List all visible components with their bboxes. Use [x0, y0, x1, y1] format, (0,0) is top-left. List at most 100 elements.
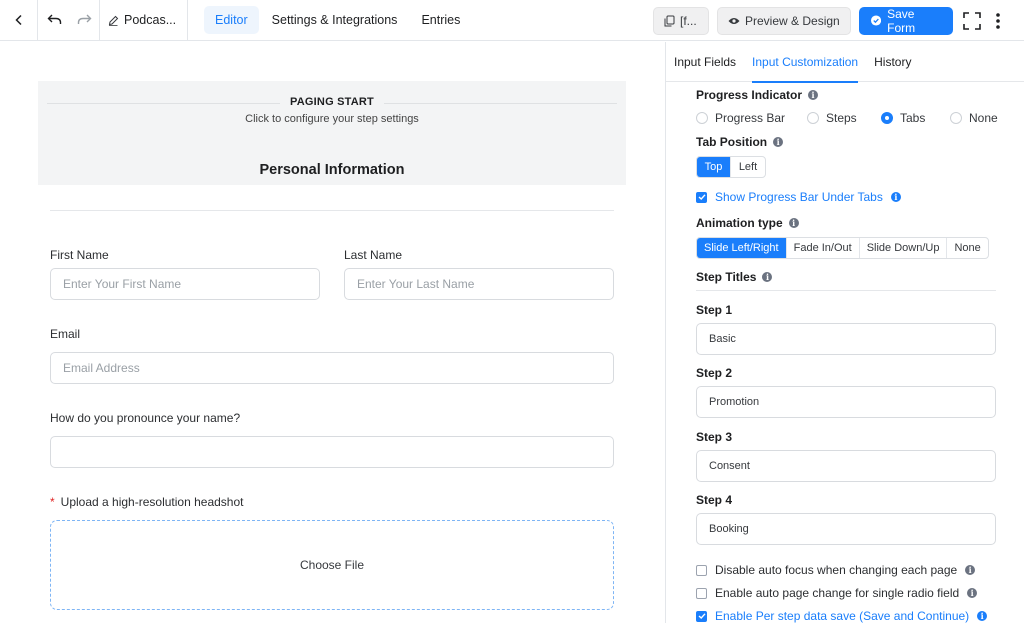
checkbox-check-icon [698, 194, 706, 200]
radio-progress-bar[interactable]: Progress Bar [696, 111, 807, 125]
section-title: Personal Information [259, 162, 405, 178]
step-4-label: Step 4 [696, 493, 733, 507]
radio-steps[interactable]: Steps [807, 111, 881, 125]
radio-circle [807, 112, 819, 124]
animation-fade-in-out[interactable]: Fade In/Out [787, 238, 860, 258]
section-divider [50, 210, 614, 211]
last-name-input[interactable]: Enter Your Last Name [344, 268, 614, 300]
step-2-input[interactable]: Promotion [696, 386, 996, 418]
checkbox-checked[interactable] [696, 610, 707, 622]
radio-circle [950, 112, 962, 124]
info-icon[interactable]: i [965, 565, 976, 575]
step-1-input[interactable]: Basic [696, 323, 996, 355]
radio-label: Steps [826, 111, 857, 125]
step-2-label: Step 2 [696, 366, 733, 380]
last-name-label: Last Name [344, 248, 403, 262]
disable-auto-focus-label: Disable auto focus when changing each pa… [715, 563, 958, 577]
pronounce-label: How do you pronounce your name? [50, 411, 241, 425]
tab-settings-integrations[interactable]: Settings & Integrations [261, 6, 409, 34]
undo-button[interactable] [38, 0, 70, 41]
tab-position-left[interactable]: Left [731, 157, 765, 177]
auto-page-change-label: Enable auto page change for single radio… [715, 586, 960, 600]
info-icon[interactable]: i [967, 588, 978, 598]
progress-indicator-label: Progress Indicator i [696, 88, 819, 102]
first-name-label: First Name [50, 248, 109, 262]
upload-label: * Upload a high-resolution headshot [50, 495, 243, 509]
per-step-save-row[interactable]: Enable Per step data save (Save and Cont… [696, 609, 988, 623]
upload-dropzone[interactable]: Choose File [50, 520, 614, 610]
info-icon[interactable]: i [890, 192, 901, 202]
pronounce-input[interactable] [50, 436, 614, 468]
chevron-left-icon [14, 14, 22, 26]
form-title-text: Podcas... [124, 13, 177, 27]
paging-title: PAGING START [280, 96, 384, 108]
checkbox-checked[interactable] [696, 191, 707, 203]
step-3-input[interactable]: Consent [696, 450, 996, 482]
shortcode-label: [f... [680, 13, 697, 28]
animation-type-segmented: Slide Left/Right Fade In/Out Slide Down/… [696, 237, 989, 259]
step-titles-divider [696, 290, 996, 291]
tab-position-segmented: Top Left [696, 156, 766, 178]
tab-history[interactable]: History [874, 42, 911, 82]
step-3-label: Step 3 [696, 430, 733, 444]
save-form-button[interactable]: Save Form [859, 6, 953, 35]
tab-position-text: Tab Position [696, 135, 768, 149]
topbar-actions: [f... Preview & Design Save Form [653, 0, 1024, 41]
form-title[interactable]: Podcas... [100, 0, 188, 41]
more-options-button[interactable] [992, 11, 1004, 31]
radio-circle-selected [881, 112, 893, 124]
animation-none[interactable]: None [947, 238, 987, 258]
redo-button[interactable] [70, 0, 100, 41]
copy-icon [664, 15, 675, 26]
more-vertical-icon [996, 12, 1000, 29]
info-icon[interactable]: i [788, 218, 799, 228]
checkbox-unchecked[interactable] [696, 587, 707, 599]
show-progress-checkbox-row[interactable]: Show Progress Bar Under Tabs i [696, 190, 901, 204]
auto-page-change-row[interactable]: Enable auto page change for single radio… [696, 586, 978, 600]
tab-position-label: Tab Position i [696, 135, 784, 149]
radio-circle [696, 112, 708, 124]
main-nav: Editor Settings & Integrations Entries [204, 6, 471, 34]
step-titles-text: Step Titles [696, 270, 757, 284]
fullscreen-button[interactable] [962, 11, 982, 31]
progress-indicator-text: Progress Indicator [696, 88, 803, 102]
settings-panel: Input Fields Input Customization History… [665, 42, 1024, 623]
back-button[interactable] [0, 0, 38, 41]
choose-file-button[interactable]: Choose File [300, 558, 364, 572]
info-icon[interactable]: i [773, 137, 784, 147]
info-icon[interactable]: i [977, 611, 988, 621]
redo-icon [77, 14, 92, 24]
panel-tabs: Input Fields Input Customization History [666, 42, 1024, 83]
radio-label: Progress Bar [715, 111, 786, 125]
eye-icon [728, 17, 740, 24]
check-circle-icon [871, 15, 882, 26]
tab-entries[interactable]: Entries [410, 6, 471, 34]
radio-tabs[interactable]: Tabs [881, 111, 950, 125]
form-canvas: PAGING START Click to configure your ste… [0, 42, 665, 623]
checkbox-unchecked[interactable] [696, 564, 707, 576]
first-name-input[interactable]: Enter Your First Name [50, 268, 320, 300]
show-progress-label: Show Progress Bar Under Tabs [715, 190, 883, 204]
radio-none[interactable]: None [950, 111, 998, 125]
paging-subtitle: Click to configure your step settings [245, 113, 419, 125]
tab-input-customization[interactable]: Input Customization [752, 42, 859, 83]
email-input[interactable]: Email Address [50, 352, 614, 384]
animation-type-text: Animation type [696, 216, 783, 230]
disable-auto-focus-row[interactable]: Disable auto focus when changing each pa… [696, 563, 976, 577]
tab-editor[interactable]: Editor [204, 6, 259, 34]
pencil-icon [108, 15, 119, 26]
animation-slide-down-up[interactable]: Slide Down/Up [860, 238, 948, 258]
preview-design-button[interactable]: Preview & Design [717, 6, 851, 35]
animation-slide-left-right[interactable]: Slide Left/Right [697, 238, 787, 258]
tab-input-fields[interactable]: Input Fields [674, 42, 736, 82]
info-icon[interactable]: i [762, 272, 773, 282]
info-icon[interactable]: i [808, 90, 819, 100]
required-mark: * [50, 495, 55, 509]
per-step-save-label: Enable Per step data save (Save and Cont… [715, 609, 970, 623]
shortcode-button[interactable]: [f... [653, 6, 709, 35]
animation-type-label: Animation type i [696, 216, 799, 230]
upload-label-text: Upload a high-resolution headshot [60, 495, 244, 509]
tab-position-top[interactable]: Top [697, 157, 731, 177]
step-4-input[interactable]: Booking [696, 513, 996, 545]
radio-label: Tabs [900, 111, 926, 125]
